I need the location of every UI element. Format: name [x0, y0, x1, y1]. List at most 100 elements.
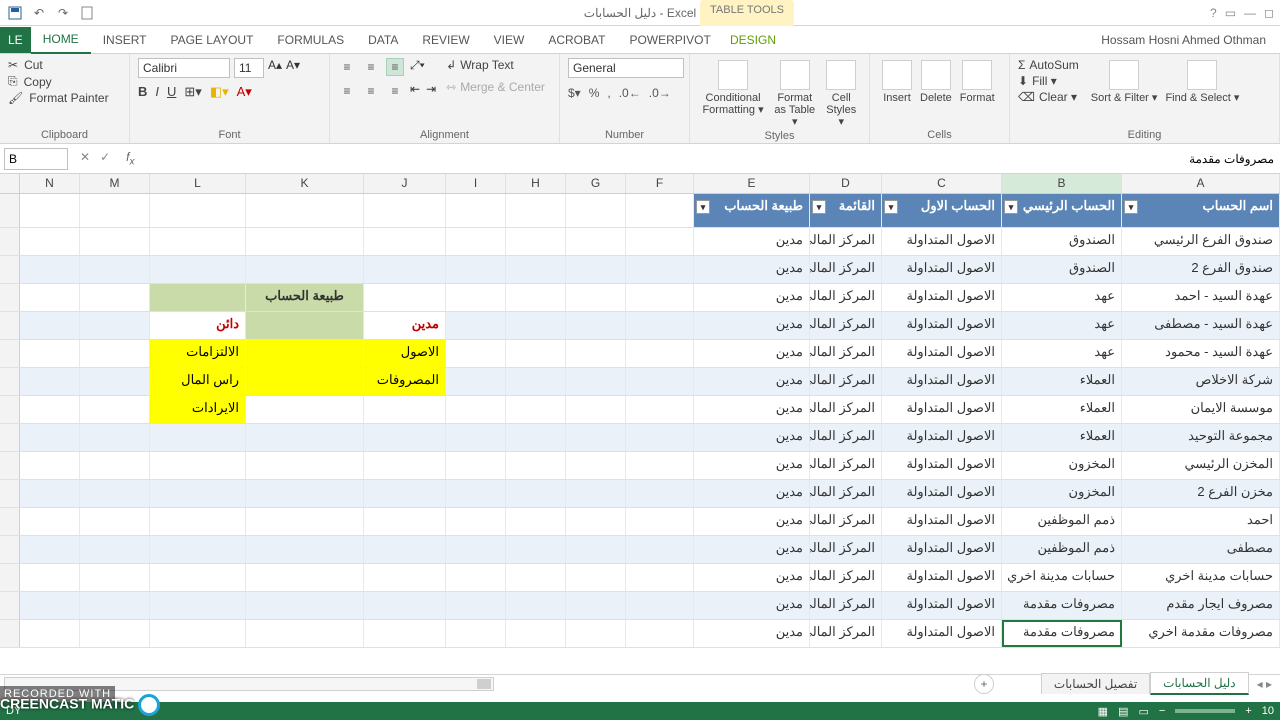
table-header[interactable]: الحساب الاول▾	[882, 194, 1002, 227]
cell[interactable]	[246, 620, 364, 647]
cell[interactable]: الاصول المتداولة	[882, 564, 1002, 591]
row-gutter[interactable]	[0, 228, 20, 255]
row-gutter[interactable]	[0, 452, 20, 479]
tab-review[interactable]: REVIEW	[410, 27, 481, 53]
col-header[interactable]: H	[506, 174, 566, 193]
cell[interactable]	[626, 536, 694, 563]
add-sheet-button[interactable]: +	[974, 674, 994, 694]
cell[interactable]	[446, 480, 506, 507]
cell[interactable]	[246, 452, 364, 479]
col-header[interactable]: M	[80, 174, 150, 193]
minimize-icon[interactable]: —	[1244, 6, 1256, 20]
cell[interactable]	[506, 284, 566, 311]
tab-insert[interactable]: INSERT	[91, 27, 159, 53]
undo-icon[interactable]: ↶	[30, 4, 48, 22]
cell[interactable]: الاصول المتداولة	[882, 340, 1002, 367]
table-header[interactable]: اسم الحساب▾	[1122, 194, 1280, 227]
cut-button[interactable]: ✂Cut	[8, 58, 121, 72]
cell[interactable]	[446, 564, 506, 591]
cell[interactable]	[246, 536, 364, 563]
cell[interactable]: المركز المالي	[810, 396, 882, 423]
delete-button[interactable]: Delete	[916, 58, 956, 106]
cell[interactable]: الاصول	[364, 340, 446, 367]
zoom-in-icon[interactable]: +	[1245, 705, 1251, 717]
cell[interactable]	[246, 396, 364, 423]
cell[interactable]	[626, 284, 694, 311]
cell[interactable]: المركز المالي	[810, 564, 882, 591]
cell[interactable]	[446, 452, 506, 479]
new-icon[interactable]	[78, 4, 96, 22]
cell[interactable]	[246, 194, 364, 227]
cell[interactable]	[364, 564, 446, 591]
cell[interactable]	[506, 620, 566, 647]
row-gutter[interactable]	[0, 536, 20, 563]
cell[interactable]	[80, 452, 150, 479]
cell[interactable]	[246, 256, 364, 283]
cell[interactable]	[506, 508, 566, 535]
percent-icon[interactable]: %	[589, 86, 600, 100]
cell[interactable]: العملاء	[1002, 396, 1122, 423]
tab-formulas[interactable]: FORMULAS	[265, 27, 356, 53]
cell[interactable]	[566, 592, 626, 619]
cell[interactable]	[364, 256, 446, 283]
zoom-out-icon[interactable]: −	[1159, 705, 1165, 717]
cell[interactable]	[446, 508, 506, 535]
cell[interactable]: راس المال	[150, 368, 246, 395]
cell[interactable]	[506, 256, 566, 283]
cell[interactable]	[150, 256, 246, 283]
cell[interactable]: مدين	[694, 256, 810, 283]
cell[interactable]	[20, 620, 80, 647]
sheet-tab-active[interactable]: دليل الحسابات	[1150, 672, 1248, 695]
cell[interactable]	[506, 424, 566, 451]
fill-button[interactable]: ⬇Fill ▾	[1018, 74, 1079, 88]
format-as-table-button[interactable]: Format as Table ▾	[768, 58, 821, 130]
col-header[interactable]: K	[246, 174, 364, 193]
row-gutter[interactable]	[0, 424, 20, 451]
format-painter-button[interactable]: 🖌Format Painter	[8, 91, 121, 105]
cell[interactable]: المركز المالي	[810, 312, 882, 339]
cell[interactable]	[20, 284, 80, 311]
cell[interactable]: ذمم الموظفين	[1002, 508, 1122, 535]
cell[interactable]	[80, 620, 150, 647]
cell[interactable]	[364, 620, 446, 647]
cell[interactable]	[506, 452, 566, 479]
cell[interactable]: صندوق الفرع الرئيسي	[1122, 228, 1280, 255]
filter-dropdown-icon[interactable]: ▾	[812, 200, 826, 214]
row-gutter[interactable]	[0, 564, 20, 591]
col-header[interactable]: G	[566, 174, 626, 193]
row-gutter[interactable]	[0, 284, 20, 311]
col-header[interactable]: L	[150, 174, 246, 193]
cell[interactable]	[364, 396, 446, 423]
cell[interactable]: الاصول المتداولة	[882, 536, 1002, 563]
cell[interactable]: المركز المالي	[810, 480, 882, 507]
col-header[interactable]: E	[694, 174, 810, 193]
cell[interactable]	[150, 592, 246, 619]
autosum-button[interactable]: ΣAutoSum	[1018, 58, 1079, 72]
cell[interactable]	[446, 620, 506, 647]
col-header[interactable]: A	[1122, 174, 1280, 193]
tab-data[interactable]: DATA	[356, 27, 410, 53]
cell[interactable]	[364, 480, 446, 507]
row-gutter[interactable]	[0, 368, 20, 395]
cell[interactable]	[626, 508, 694, 535]
border-button[interactable]: ⊞▾	[184, 84, 201, 100]
cell[interactable]	[246, 508, 364, 535]
col-header[interactable]: F	[626, 174, 694, 193]
cell[interactable]: مصطفى	[1122, 536, 1280, 563]
row-gutter[interactable]	[0, 508, 20, 535]
cell[interactable]	[566, 284, 626, 311]
cell[interactable]: المركز المالي	[810, 536, 882, 563]
cell[interactable]	[626, 256, 694, 283]
cell[interactable]: المركز المالي	[810, 620, 882, 647]
row-gutter[interactable]	[0, 340, 20, 367]
sort-filter-button[interactable]: Sort & Filter ▾	[1087, 58, 1162, 106]
cell[interactable]	[246, 592, 364, 619]
cell[interactable]	[80, 312, 150, 339]
cell[interactable]	[566, 228, 626, 255]
cell[interactable]	[566, 480, 626, 507]
copy-button[interactable]: ⎘Copy	[8, 74, 121, 89]
cell[interactable]: الاصول المتداولة	[882, 368, 1002, 395]
view-layout-icon[interactable]: ▤	[1118, 705, 1128, 718]
filter-dropdown-icon[interactable]: ▾	[884, 200, 898, 214]
tab-acrobat[interactable]: ACROBAT	[536, 27, 617, 53]
